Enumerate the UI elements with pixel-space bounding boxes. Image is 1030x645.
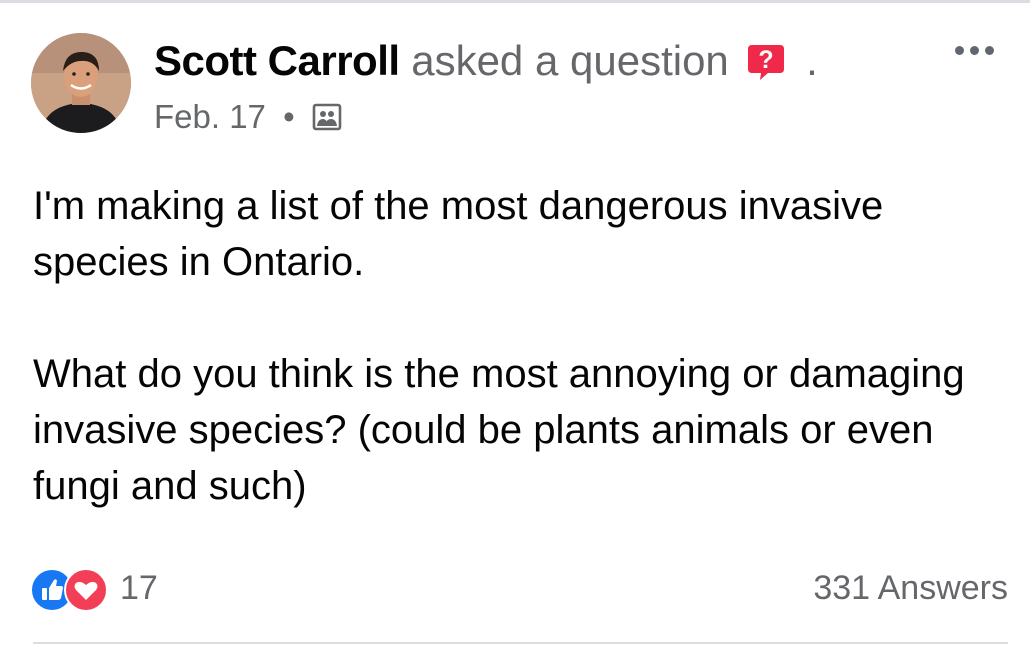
meta-separator: • [283,98,295,135]
more-options-dot [984,45,994,55]
more-options-dot [969,45,979,55]
post-date[interactable]: Feb. 17 [154,98,266,135]
post-action-text: asked a question [411,37,729,84]
svg-text:?: ? [759,46,774,74]
post-paragraph: What do you think is the most annoying o… [33,352,965,508]
more-options-button[interactable] [948,35,1000,65]
profile-photo [31,33,131,133]
top-divider [0,0,1030,3]
more-options-dot [954,45,964,55]
reactions-summary[interactable]: 17 [30,565,158,612]
group-icon [312,101,342,131]
post-meta: Feb. 17 • [154,97,342,137]
author-avatar[interactable] [31,33,131,133]
post-paragraph: I'm making a list of the most dangerous … [33,184,884,284]
question-badge-icon: ? [746,42,786,80]
post-header: Scott Carroll asked a question ? . [154,36,818,86]
author-name[interactable]: Scott Carroll [154,37,400,84]
love-icon [64,568,108,612]
bottom-divider [33,642,1008,644]
post-body: I'm making a list of the most dangerous … [33,178,1008,570]
header-trailing-period: . [806,37,818,84]
reaction-count: 17 [120,568,158,607]
answers-count[interactable]: 331 Answers [813,565,1008,611]
reaction-icons [30,565,110,612]
